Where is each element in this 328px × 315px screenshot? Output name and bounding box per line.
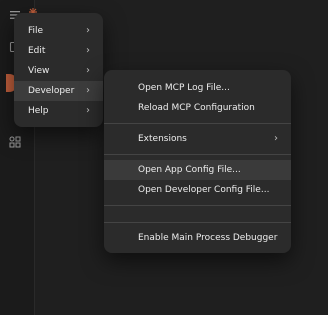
developer-submenu: Open MCP Log File... Reload MCP Configur… — [104, 70, 291, 253]
menu-item-label: Open App Config File... — [138, 165, 241, 175]
menu-separator — [104, 205, 291, 206]
extensions-item[interactable]: Extensions › — [104, 129, 291, 149]
menu-item-label: Edit — [28, 46, 46, 56]
menu-spacer — [104, 211, 291, 217]
menu-item-label: File — [28, 26, 44, 36]
menu-item-label: Help — [28, 106, 49, 116]
menu-item-edit[interactable]: Edit › — [14, 41, 103, 61]
menu-item-help[interactable]: Help › — [14, 101, 103, 121]
open-developer-config-item[interactable]: Open Developer Config File... — [104, 180, 291, 200]
menu-item-label: View — [28, 66, 50, 76]
menu-item-file[interactable]: File › — [14, 21, 103, 41]
menu-item-label: Enable Main Process Debugger — [138, 233, 278, 243]
menu-item-label: Extensions — [138, 134, 187, 144]
claude-logo-icon — [28, 2, 38, 16]
app-window: File › Edit › View › Developer › Help › … — [0, 0, 328, 315]
enable-debugger-item[interactable]: Enable Main Process Debugger — [104, 228, 291, 248]
chevron-right-icon: › — [86, 105, 90, 116]
reload-mcp-config-item[interactable]: Reload MCP Configuration — [104, 98, 291, 118]
chevron-right-icon: › — [274, 133, 278, 144]
chevron-right-icon: › — [86, 45, 90, 56]
menu-item-label: Reload MCP Configuration — [138, 103, 255, 113]
menu-separator — [104, 154, 291, 155]
menu-separator — [104, 222, 291, 223]
menu-item-view[interactable]: View › — [14, 61, 103, 81]
chevron-right-icon: › — [86, 65, 90, 76]
open-app-config-item[interactable]: Open App Config File... — [104, 160, 291, 180]
app-menu: File › Edit › View › Developer › Help › — [14, 13, 103, 127]
menu-item-developer[interactable]: Developer › — [14, 81, 103, 101]
menu-separator — [104, 123, 291, 124]
menu-item-label: Open MCP Log File... — [138, 83, 230, 93]
menu-item-label: Developer — [28, 86, 75, 96]
chevron-right-icon: › — [86, 85, 90, 96]
open-mcp-log-item[interactable]: Open MCP Log File... — [104, 78, 291, 98]
menu-item-label: Open Developer Config File... — [138, 185, 270, 195]
chevron-right-icon: › — [86, 25, 90, 36]
apps-grid-icon[interactable] — [9, 133, 23, 148]
